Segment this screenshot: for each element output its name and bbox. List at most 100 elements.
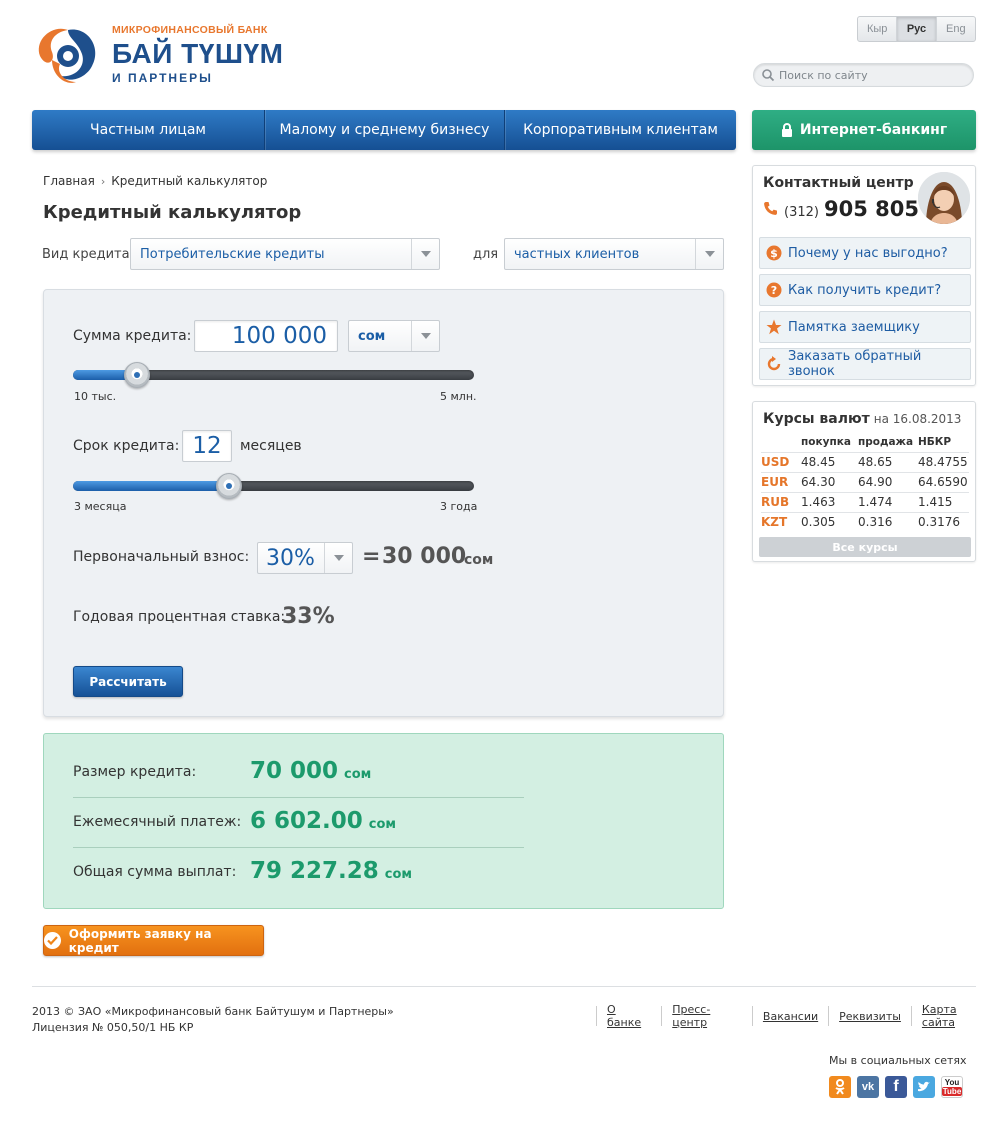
loan-size-label: Размер кредита: — [73, 764, 197, 780]
down-payment-amount: 30 000 — [382, 544, 467, 569]
youtube-icon[interactable]: You Tube — [941, 1076, 963, 1098]
contact-center: Контактный центр (312) 905 805 $ Почему … — [752, 165, 976, 386]
internet-banking-button[interactable]: Интернет-банкинг — [752, 110, 976, 150]
footer-copyright: 2013 © ЗАО «Микрофинансовый банк Байтушу… — [32, 1004, 394, 1036]
rate-buy: 1.463 — [801, 491, 858, 512]
rates-table: покупка продажа НБКР USD 48.45 48.65 48.475… — [761, 432, 969, 532]
rates-header-buy: покупка — [801, 435, 851, 448]
chevron-down-icon — [411, 321, 439, 351]
footer-link-about[interactable]: О банке — [596, 1003, 661, 1029]
star-icon — [766, 319, 782, 335]
nav-private-clients[interactable]: Частным лицам — [32, 110, 265, 150]
calculator-panel — [43, 289, 724, 717]
nav-corporate-clients[interactable]: Корпоративным клиентам — [505, 110, 736, 150]
term-input[interactable]: 12 — [182, 430, 232, 462]
rate-currency: RUB — [761, 491, 801, 512]
client-type-select[interactable]: частных клиентов — [504, 238, 724, 270]
term-slider-track[interactable] — [73, 481, 474, 491]
currency-select[interactable]: сом — [348, 320, 440, 352]
rate-sell: 0.316 — [858, 511, 918, 532]
how-to-get-credit-label: Как получить кредит? — [788, 282, 942, 298]
footer-link-vacancies[interactable]: Вакансии — [751, 1006, 828, 1026]
rate-buy: 48.45 — [801, 451, 858, 472]
rate-nbkr: 0.3176 — [918, 511, 969, 532]
lang-eng[interactable]: Eng — [937, 17, 975, 41]
down-payment-percent: 30% — [266, 545, 315, 571]
amount-slider-handle[interactable] — [124, 362, 150, 388]
svg-text:$: $ — [770, 247, 778, 260]
phone-number: 905 805 — [823, 197, 919, 221]
twitter-icon[interactable] — [913, 1076, 935, 1098]
operator-photo-icon — [918, 172, 970, 224]
callback-label: Заказать обратный звонок — [788, 349, 922, 379]
rates-header-row: покупка продажа НБКР — [761, 432, 969, 452]
apply-for-loan-button[interactable]: Оформить заявку на кредит — [43, 925, 264, 956]
total-payment-currency: сом — [384, 867, 413, 882]
bank-logo[interactable]: МИКРОФИНАНСОВЫЙ БАНК БАЙ ТҮШҮМ И ПАРТНЕР… — [32, 20, 292, 90]
how-to-get-credit-link[interactable]: ? Как получить кредит? — [759, 274, 971, 306]
social-label: Мы в социальных сетях — [829, 1054, 967, 1067]
checkmark-icon — [44, 932, 61, 949]
chevron-down-icon — [695, 239, 723, 269]
contact-phone[interactable]: (312) 905 805 — [763, 197, 919, 221]
search-icon[interactable] — [761, 68, 775, 82]
total-payment-number: 79 227.28 — [250, 858, 379, 884]
breadcrumb-current: Кредитный калькулятор — [111, 174, 268, 188]
nav-small-business[interactable]: Малому и среднему бизнесу — [265, 110, 505, 150]
footer-link-sitemap[interactable]: Карта сайта — [910, 1003, 1000, 1029]
license-text: Лицензия № 050,50/1 НБ КР — [32, 1021, 194, 1034]
lang-kyr[interactable]: Кыр — [858, 17, 898, 41]
calculate-button[interactable]: Рассчитать — [73, 666, 183, 697]
down-payment-select[interactable]: 30% — [257, 542, 353, 574]
operator-avatar — [918, 172, 970, 224]
interest-rate-label: Годовая процентная ставка: — [73, 609, 286, 625]
footer-link-requisites[interactable]: Реквизиты — [828, 1006, 911, 1026]
client-type-value: частных клиентов — [514, 246, 640, 262]
rates-title: Курсы валют на 16.08.2013 — [763, 411, 961, 427]
all-rates-button[interactable]: Все курсы — [759, 537, 971, 557]
breadcrumb-home[interactable]: Главная — [43, 174, 95, 188]
rate-buy: 64.30 — [801, 471, 858, 492]
currency-value: сом — [358, 328, 386, 344]
monthly-payment-number: 6 602.00 — [250, 808, 363, 834]
rate-sell: 1.474 — [858, 491, 918, 512]
dollar-icon: $ — [766, 245, 782, 261]
footer-links: О банке Пресс-центр Вакансии Реквизиты К… — [596, 1003, 1000, 1029]
search-input[interactable] — [779, 67, 964, 83]
rate-currency: KZT — [761, 511, 801, 532]
callback-link[interactable]: Заказать обратный звонок — [759, 348, 971, 380]
credit-type-label: Вид кредита — [42, 247, 130, 262]
contact-center-title: Контактный центр — [763, 175, 914, 191]
footer-link-press[interactable]: Пресс-центр — [661, 1003, 752, 1029]
rate-nbkr: 48.4755 — [918, 451, 969, 472]
results-divider — [73, 797, 524, 798]
amount-label: Сумма кредита: — [73, 328, 192, 344]
facebook-icon[interactable]: f — [885, 1076, 907, 1098]
equals-sign: = — [362, 544, 381, 569]
rate-buy: 0.305 — [801, 511, 858, 532]
copyright-text: 2013 © ЗАО «Микрофинансовый банк Байтушу… — [32, 1005, 394, 1018]
social-links: vk f You Tube — [829, 1076, 963, 1098]
term-slider-handle[interactable] — [216, 473, 242, 499]
odnoklassniki-icon[interactable] — [829, 1076, 851, 1098]
loan-size-currency: сом — [344, 767, 372, 782]
rates-header-nbkr: НБКР — [918, 435, 952, 448]
amount-input[interactable]: 100 000 — [194, 320, 338, 352]
why-profitable-link[interactable]: $ Почему у нас выгодно? — [759, 237, 971, 269]
term-min-label: 3 месяца — [74, 500, 127, 513]
term-slider-fill — [73, 481, 235, 491]
loan-size-number: 70 000 — [250, 758, 339, 784]
lang-rus[interactable]: Рус — [897, 17, 937, 41]
client-type-label: для — [473, 247, 499, 262]
breadcrumb: Главная › Кредитный калькулятор — [43, 174, 267, 188]
term-unit: месяцев — [240, 438, 302, 454]
total-payment-value: 79 227.28 сом — [250, 858, 412, 884]
chevron-down-icon — [411, 239, 439, 269]
rate-currency: USD — [761, 451, 801, 472]
borrower-memo-link[interactable]: Памятка заемщику — [759, 311, 971, 343]
credit-type-select[interactable]: Потребительские кредиты — [130, 238, 440, 270]
rate-currency: EUR — [761, 471, 801, 492]
interest-rate-value: 33% — [282, 604, 335, 629]
vkontakte-icon[interactable]: vk — [857, 1076, 879, 1098]
logo-partners: И ПАРТНЕРЫ — [112, 71, 213, 85]
